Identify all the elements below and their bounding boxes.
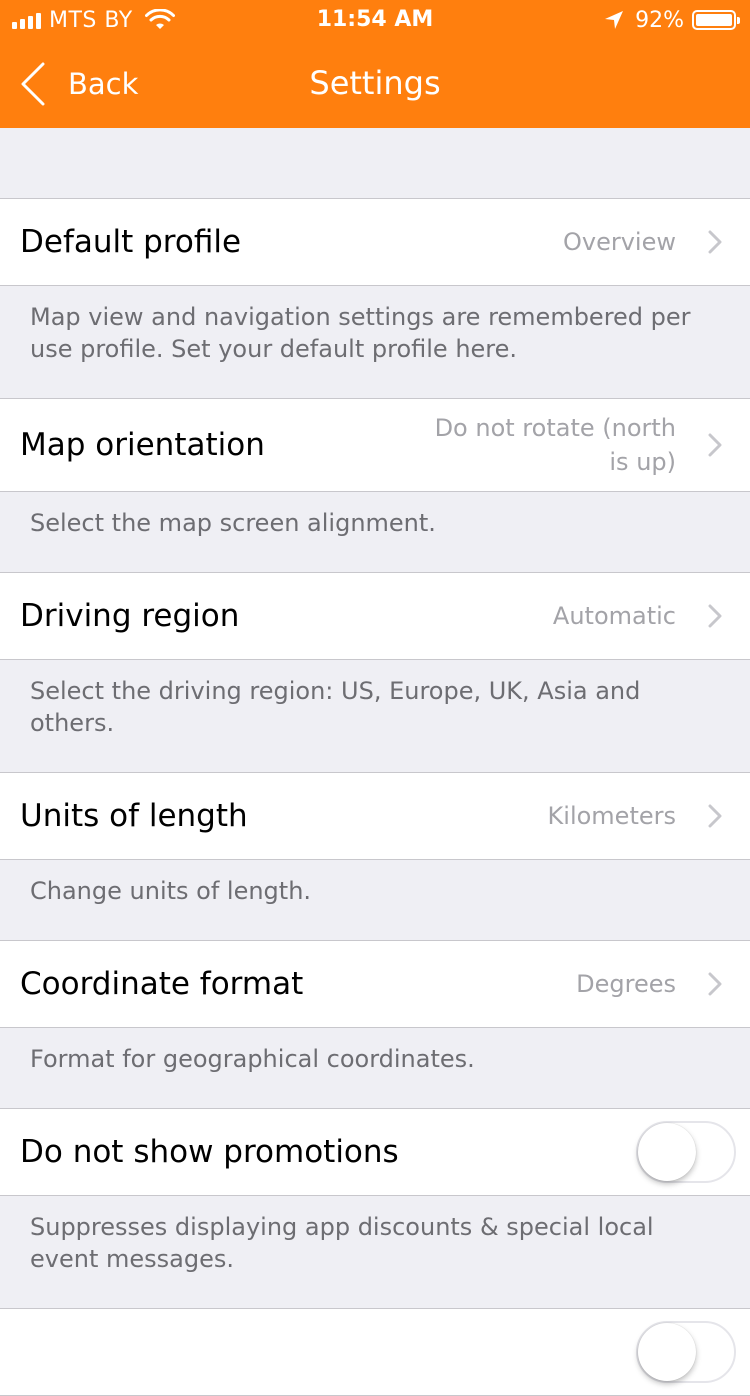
default-profile-row[interactable]: Default profile Overview <box>0 198 750 286</box>
coordinate-format-row[interactable]: Coordinate format Degrees <box>0 940 750 1028</box>
chevron-right-icon <box>708 433 722 457</box>
next-setting-row <box>0 1308 750 1396</box>
default-profile-footer: Map view and navigation settings are rem… <box>30 303 691 363</box>
back-button[interactable]: Back <box>20 40 138 128</box>
toggle-knob <box>638 1123 696 1181</box>
chevron-right-icon <box>708 230 722 254</box>
battery-icon <box>692 10 740 30</box>
driving-region-footer: Select the driving region: US, Europe, U… <box>30 677 641 737</box>
row-label: Units of length <box>20 798 248 834</box>
driving-region-row[interactable]: Driving region Automatic <box>0 572 750 660</box>
promotions-toggle[interactable] <box>636 1121 736 1183</box>
chevron-right-icon <box>708 972 722 996</box>
row-value-line-2: is up) <box>609 448 676 476</box>
row-label: Coordinate format <box>20 966 304 1002</box>
map-orientation-footer: Select the map screen alignment. <box>30 509 436 537</box>
promotions-footer: Suppresses displaying app discounts & sp… <box>30 1213 654 1273</box>
units-of-length-row[interactable]: Units of length Kilometers <box>0 772 750 860</box>
row-value: Kilometers <box>547 802 676 830</box>
row-value: Automatic <box>552 602 676 630</box>
toggle-knob <box>638 1323 696 1381</box>
row-label: Do not show promotions <box>20 1134 399 1170</box>
navigation-bar: Back Settings <box>0 40 750 128</box>
row-label: Map orientation <box>20 427 265 463</box>
units-of-length-footer: Change units of length. <box>30 877 312 905</box>
location-arrow-icon <box>605 11 624 29</box>
next-setting-toggle[interactable] <box>636 1321 736 1383</box>
row-label: Driving region <box>20 598 240 634</box>
row-value: Overview <box>563 228 676 256</box>
chevron-right-icon <box>708 804 722 828</box>
row-value: Do not rotate (north is up) <box>426 399 676 491</box>
coordinate-format-footer: Format for geographical coordinates. <box>30 1045 475 1073</box>
chevron-left-icon <box>21 62 45 106</box>
promotions-row: Do not show promotions <box>0 1108 750 1196</box>
status-bar: MTS BY 11:54 AM 92% <box>0 0 750 40</box>
map-orientation-row[interactable]: Map orientation Do not rotate (north is … <box>0 398 750 492</box>
row-value-line-1: Do not rotate (north <box>434 414 676 442</box>
chevron-right-icon <box>708 604 722 628</box>
row-label: Default profile <box>20 224 242 260</box>
back-label: Back <box>68 67 139 101</box>
status-right: 92% <box>603 6 740 34</box>
battery-percentage: 92% <box>635 7 684 33</box>
row-value: Degrees <box>576 970 676 998</box>
